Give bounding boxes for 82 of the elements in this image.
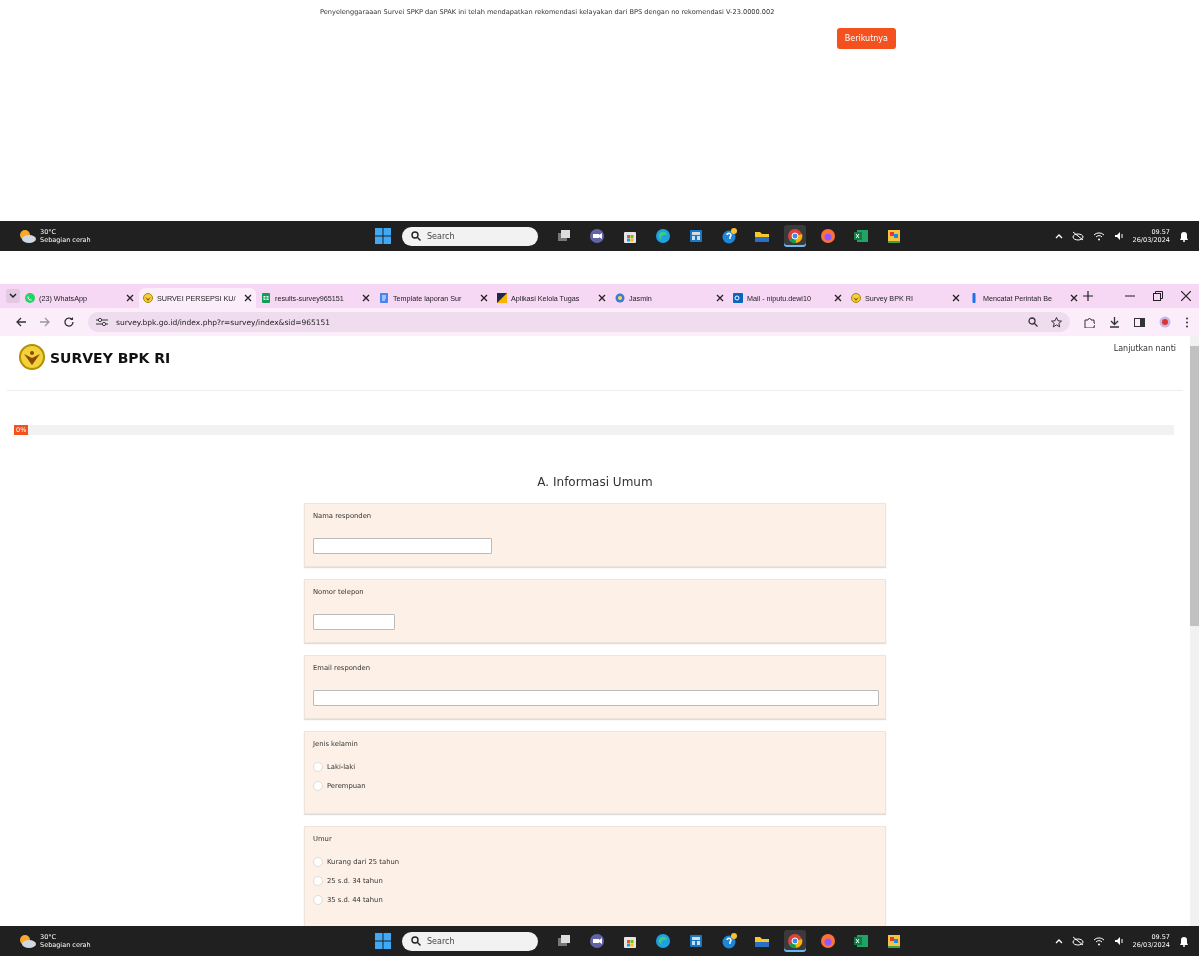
paint-board-icon bbox=[886, 933, 902, 949]
reload-icon[interactable] bbox=[64, 317, 74, 327]
mail-app-icon bbox=[733, 293, 743, 303]
plus-icon[interactable] bbox=[1083, 291, 1093, 301]
taskbar-app[interactable] bbox=[784, 225, 806, 247]
text-input[interactable] bbox=[313, 690, 879, 706]
close-icon[interactable] bbox=[362, 294, 370, 302]
back-arrow-icon[interactable] bbox=[16, 317, 26, 327]
chevron-down-icon[interactable] bbox=[6, 289, 20, 303]
taskview-icon bbox=[556, 933, 572, 949]
caret-up-icon[interactable] bbox=[1054, 233, 1063, 239]
speaker-icon[interactable] bbox=[1113, 231, 1124, 241]
emblem-icon bbox=[143, 293, 153, 303]
caret-up-icon[interactable] bbox=[1054, 938, 1063, 944]
fox-globe-icon bbox=[820, 933, 836, 949]
search-icon bbox=[411, 936, 421, 946]
taskbar-app[interactable] bbox=[784, 930, 806, 952]
video-chat-icon bbox=[589, 228, 605, 244]
browser-circle-icon bbox=[787, 228, 803, 244]
zoom-icon[interactable] bbox=[1028, 316, 1038, 327]
fox-globe-icon bbox=[820, 228, 836, 244]
document-icon bbox=[379, 293, 389, 303]
cloud-off-icon[interactable] bbox=[1071, 231, 1084, 241]
close-icon[interactable] bbox=[716, 294, 724, 302]
download-icon[interactable] bbox=[1109, 316, 1120, 328]
radio-button[interactable] bbox=[313, 781, 323, 791]
site-settings-icon[interactable] bbox=[96, 317, 108, 327]
restore-icon[interactable] bbox=[1153, 291, 1163, 301]
wifi-icon[interactable] bbox=[1092, 936, 1105, 946]
wifi-icon[interactable] bbox=[1092, 231, 1105, 241]
radio-button[interactable] bbox=[313, 895, 323, 905]
close-icon[interactable] bbox=[126, 294, 134, 302]
search-field[interactable]: Search bbox=[402, 931, 538, 951]
sheet-icon bbox=[261, 293, 271, 303]
bell-icon[interactable] bbox=[1179, 935, 1189, 947]
calculator-icon bbox=[688, 933, 704, 949]
resume-later-link[interactable]: Lanjutkan nanti bbox=[1113, 344, 1176, 353]
side-panel-icon[interactable] bbox=[1134, 316, 1145, 328]
search-field[interactable]: Search bbox=[402, 226, 538, 246]
spreadsheet-icon bbox=[853, 228, 869, 244]
browser-wave-icon bbox=[655, 228, 671, 244]
close-icon[interactable] bbox=[1070, 294, 1078, 302]
close-icon[interactable] bbox=[480, 294, 488, 302]
logo-text: SURVEY BPK RI bbox=[50, 349, 171, 366]
emblem-icon bbox=[19, 344, 45, 370]
cloud-off-icon[interactable] bbox=[1071, 936, 1084, 946]
profile-icon[interactable] bbox=[1159, 316, 1171, 328]
spreadsheet-icon bbox=[853, 933, 869, 949]
sun-cloud-icon bbox=[18, 934, 36, 948]
chat-bubble-icon bbox=[25, 293, 35, 303]
radio-button[interactable] bbox=[313, 857, 323, 867]
emblem-icon bbox=[851, 293, 861, 303]
close-icon[interactable] bbox=[834, 294, 842, 302]
browser-wave-icon bbox=[655, 933, 671, 949]
puzzle-icon[interactable] bbox=[1084, 316, 1095, 328]
close-icon[interactable] bbox=[952, 294, 960, 302]
forward-arrow-icon[interactable] bbox=[40, 317, 50, 327]
close-icon[interactable] bbox=[598, 294, 606, 302]
scrollbar[interactable] bbox=[1190, 336, 1199, 926]
section-title: A. Informasi Umum bbox=[536, 475, 654, 489]
text-input[interactable] bbox=[313, 538, 492, 554]
help-icon bbox=[721, 228, 737, 244]
close-icon[interactable] bbox=[1181, 291, 1191, 301]
scrollbar-thumb[interactable] bbox=[1190, 346, 1199, 626]
sun-cloud-icon bbox=[18, 229, 36, 243]
video-chat-icon bbox=[589, 933, 605, 949]
star-icon[interactable] bbox=[1051, 316, 1062, 328]
radio-button[interactable] bbox=[313, 876, 323, 886]
taskview-icon bbox=[556, 228, 572, 244]
speaker-icon[interactable] bbox=[1113, 936, 1124, 946]
calculator-icon bbox=[688, 228, 704, 244]
paint-board-icon bbox=[886, 228, 902, 244]
bell-icon[interactable] bbox=[1179, 230, 1189, 242]
flower-icon bbox=[615, 293, 625, 303]
more-menu-icon[interactable] bbox=[1185, 316, 1189, 328]
help-icon bbox=[721, 933, 737, 949]
task-board-icon bbox=[497, 293, 507, 303]
radio-button[interactable] bbox=[313, 762, 323, 772]
close-icon[interactable] bbox=[244, 294, 252, 302]
text-input[interactable] bbox=[313, 614, 395, 630]
search-icon bbox=[411, 231, 421, 241]
browser-circle-icon bbox=[787, 933, 803, 949]
